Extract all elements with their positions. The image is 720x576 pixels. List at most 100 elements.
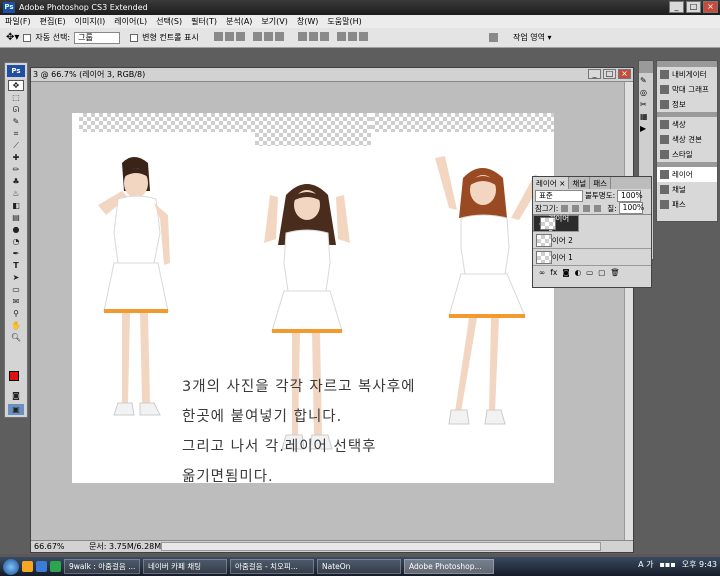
ime-indicator[interactable]: A 가 [638, 559, 653, 570]
move-tool-icon[interactable]: ✥▾ [6, 32, 19, 43]
marquee-tool-icon[interactable]: ⬚ [8, 92, 24, 103]
history-icon[interactable]: ▦ [640, 112, 652, 121]
align-left-icon[interactable] [253, 32, 263, 41]
menu-analysis[interactable]: 분석(A) [226, 16, 252, 27]
tool-preset-icon[interactable]: ✂ [640, 100, 652, 109]
eraser-tool-icon[interactable]: ◧ [8, 200, 24, 211]
clone-source-icon[interactable]: ◎ [640, 88, 652, 97]
lock-pixels-icon[interactable] [572, 204, 580, 212]
new-group-icon[interactable]: ▭ [586, 268, 593, 277]
align-top-icon[interactable] [213, 32, 223, 41]
gradient-tool-icon[interactable]: ▤ [8, 212, 24, 223]
minimize-button[interactable]: _ [669, 1, 684, 13]
blend-mode-dropdown[interactable]: 표준 [535, 189, 583, 202]
vertical-scrollbar[interactable] [624, 82, 633, 542]
taskbar-item-naver-chat[interactable]: 네이버 카페 채팅 [143, 559, 227, 574]
paths-panel-tab[interactable]: 패스 [657, 197, 717, 212]
taskbar-item-9walk[interactable]: 9walk : 아줌걸음 ... [64, 559, 140, 574]
distribute-bottom-icon[interactable] [319, 32, 329, 41]
clone-stamp-icon[interactable]: ♣ [8, 176, 24, 187]
doc-maximize-button[interactable]: □ [603, 69, 616, 79]
distribute-vcenter-icon[interactable] [308, 32, 318, 41]
auto-select-checkbox[interactable] [23, 33, 32, 42]
menu-layer[interactable]: 레이어(L) [114, 16, 147, 27]
move-tool-icon[interactable]: ✥ [8, 80, 24, 91]
start-button[interactable] [3, 558, 19, 575]
navigator-panel-tab[interactable]: 내비게이터 [657, 67, 717, 82]
pen-tool-icon[interactable]: ✒ [8, 248, 24, 259]
new-layer-icon[interactable]: ▢ [598, 268, 605, 277]
horizontal-scrollbar[interactable] [161, 542, 601, 551]
notes-tool-icon[interactable]: ✉ [8, 296, 24, 307]
distribute-top-icon[interactable] [297, 32, 307, 41]
taskbar-item-photoshop[interactable]: Adobe Photoshop... [404, 559, 494, 574]
dodge-tool-icon[interactable]: ◔ [8, 236, 24, 247]
blur-tool-icon[interactable]: ● [8, 224, 24, 235]
zoom-level[interactable]: 66.67% [34, 542, 65, 551]
document-title-bar[interactable]: 3 @ 66.7% (레이어 3, RGB/8) _ □ × [31, 68, 633, 82]
foreground-color-swatch[interactable] [9, 371, 19, 381]
workspace-button[interactable]: 작업 영역 ▾ [488, 32, 552, 43]
layer-row-3[interactable]: ◉ 레이어 3 [533, 214, 579, 233]
distribute-right-icon[interactable] [359, 32, 369, 41]
info-panel-tab[interactable]: 정보 [657, 97, 717, 112]
menu-image[interactable]: 이미지(I) [75, 16, 106, 27]
tab-paths[interactable]: 패스 [590, 177, 611, 189]
layer-row-2[interactable]: ◉ 레이어 2 [533, 232, 651, 249]
doc-close-button[interactable]: × [618, 69, 631, 79]
menu-edit[interactable]: 편집(E) [40, 16, 66, 27]
menu-window[interactable]: 창(W) [297, 16, 319, 27]
lock-position-icon[interactable] [583, 204, 591, 212]
lock-all-icon[interactable] [594, 204, 602, 212]
delete-layer-icon[interactable]: 🗑︎ [610, 268, 620, 277]
doc-minimize-button[interactable]: _ [588, 69, 601, 79]
clock[interactable]: 오후 9:43 [682, 559, 717, 570]
tray-icons[interactable]: ▪▪▪ [660, 560, 676, 569]
swatches-panel-tab[interactable]: 색상 견본 [657, 132, 717, 147]
history-brush-icon[interactable]: ♨ [8, 188, 24, 199]
transform-controls-checkbox[interactable] [130, 33, 139, 42]
quicklaunch-desktop-icon[interactable] [36, 561, 47, 572]
layer-style-icon[interactable]: fx [550, 268, 557, 277]
menu-help[interactable]: 도움말(H) [327, 16, 361, 27]
add-mask-icon[interactable]: ◙ [562, 268, 569, 277]
healing-brush-icon[interactable]: ✚ [8, 152, 24, 163]
maximize-button[interactable]: □ [686, 1, 701, 13]
quicklaunch-app-icon[interactable] [50, 561, 61, 572]
quick-select-tool-icon[interactable]: ✎ [8, 116, 24, 127]
crop-tool-icon[interactable]: ⌗ [8, 128, 24, 139]
brush-tool-icon[interactable]: ✏ [8, 164, 24, 175]
auto-select-dropdown[interactable]: 그룹 [74, 31, 121, 44]
screen-mode-icon[interactable]: ▣ [8, 404, 24, 415]
close-button[interactable]: × [703, 1, 718, 13]
distribute-left-icon[interactable] [337, 32, 347, 41]
align-hcenter-icon[interactable] [264, 32, 274, 41]
layers-panel-tab[interactable]: 레이어 [657, 167, 717, 182]
menu-view[interactable]: 보기(V) [261, 16, 287, 27]
channels-panel-tab[interactable]: 채널 [657, 182, 717, 197]
link-layers-icon[interactable]: ∞ [539, 268, 545, 277]
eyedropper-tool-icon[interactable]: ⚲ [8, 308, 24, 319]
align-bottom-icon[interactable] [235, 32, 245, 41]
zoom-tool-icon[interactable]: 🔍︎ [8, 332, 24, 343]
shape-tool-icon[interactable]: ▭ [8, 284, 24, 295]
menu-file[interactable]: 파일(F) [5, 16, 31, 27]
quick-mask-icon[interactable]: ◙ [8, 390, 24, 401]
fill-input[interactable]: 100% [618, 202, 644, 214]
lasso-tool-icon[interactable]: ᘏ [8, 104, 24, 115]
bridge-icon[interactable] [489, 33, 498, 42]
menu-select[interactable]: 선택(S) [156, 16, 182, 27]
opacity-input[interactable]: 100% [617, 189, 643, 202]
canvas[interactable]: 3개의 사진을 각각 자르고 복사후에 한곳에 붙여넣기 합니다. 그리고 나서… [72, 113, 554, 483]
taskbar-item-browser[interactable]: 아줌걸음 - 치오피... [230, 559, 314, 574]
menu-filter[interactable]: 필터(T) [191, 16, 217, 27]
lock-transparency-icon[interactable] [561, 204, 569, 212]
color-panel-tab[interactable]: 색상 [657, 117, 717, 132]
histogram-panel-tab[interactable]: 막대 그래프 [657, 82, 717, 97]
adjustment-layer-icon[interactable]: ◐ [575, 268, 582, 277]
align-right-icon[interactable] [275, 32, 285, 41]
distribute-hcenter-icon[interactable] [348, 32, 358, 41]
quicklaunch-ie-icon[interactable] [22, 561, 33, 572]
hand-tool-icon[interactable]: ✋ [8, 320, 24, 331]
slice-tool-icon[interactable]: ⟋ [8, 140, 24, 151]
